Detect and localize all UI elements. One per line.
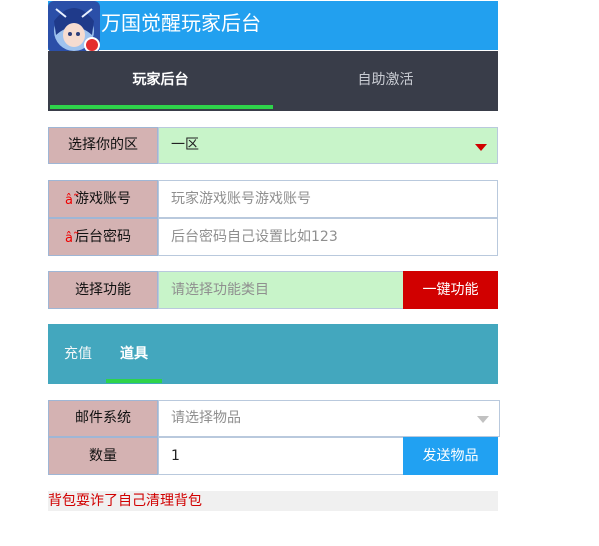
sub-tabs: 充值 道具 [48,324,498,384]
password-input[interactable]: 后台密码自己设置比如123 [158,218,498,256]
send-item-button[interactable]: 发送物品 [403,437,498,475]
function-label: 选择功能 [48,271,158,309]
tab-player-backend[interactable]: 玩家后台 [48,51,273,111]
quantity-input[interactable]: 1 [158,437,404,475]
dropdown-arrow-icon [477,416,489,423]
server-label: 选择你的区 [48,127,158,164]
item-select[interactable]: 请选择物品 [158,400,500,437]
server-select[interactable]: 一区 [158,127,498,164]
active-tab-indicator [50,105,273,109]
account-label-text: 游戏账号 [75,191,131,207]
tab-self-activation[interactable]: 自助激活 [273,51,498,111]
function-select[interactable]: 请选择功能类目 [158,271,404,309]
tab-items[interactable]: 道具 [120,324,148,384]
quantity-label: 数量 [48,437,158,475]
function-placeholder: 请选择功能类目 [171,282,269,298]
account-placeholder: 玩家游戏账号游戏账号 [171,191,311,207]
password-label-text: 后台密码 [75,229,131,245]
item-placeholder: 请选择物品 [171,410,241,426]
mail-label: 邮件系统 [48,400,158,437]
dropdown-arrow-icon [475,144,487,151]
account-label: â˜ 游戏账号 [48,180,158,218]
notice-text: 背包耍诈了自己清理背包 [48,491,498,511]
one-click-button[interactable]: 一键功能 [403,271,498,309]
tab-recharge[interactable]: 充值 [64,324,92,384]
required-mark: â˜ [65,193,80,208]
password-label: â˜ 后台密码 [48,218,158,256]
server-select-value: 一区 [171,137,199,153]
app-logo [48,1,100,53]
quantity-value: 1 [171,448,180,464]
required-mark: â˜ [65,231,80,246]
main-tabs: 玩家后台 自助激活 [48,51,498,111]
app-title: 万国觉醒玩家后台 [101,11,261,35]
password-placeholder: 后台密码自己设置比如123 [171,229,338,245]
account-input[interactable]: 玩家游戏账号游戏账号 [158,180,498,218]
active-subtab-indicator [106,379,162,383]
